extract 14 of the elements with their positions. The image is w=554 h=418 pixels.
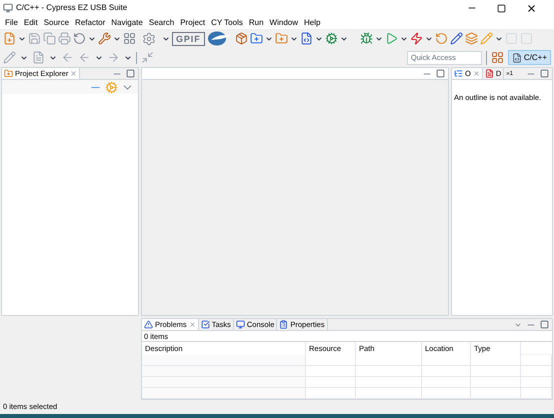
menu-item[interactable]: Help bbox=[301, 18, 324, 26]
menu-item[interactable]: File bbox=[2, 18, 21, 26]
menu-item[interactable]: Search bbox=[146, 18, 178, 26]
window-title: C/C++ - Cypress EZ USB Suite bbox=[16, 2, 128, 14]
menu-item[interactable]: Edit bbox=[20, 18, 41, 26]
perspective-button[interactable]: C/C++ bbox=[508, 50, 551, 65]
menu-item[interactable]: Source bbox=[40, 18, 72, 26]
menu-item[interactable]: Navigate bbox=[108, 18, 146, 26]
menu-item[interactable]: Window bbox=[266, 18, 301, 26]
gpif-button[interactable]: GPIF bbox=[172, 32, 205, 46]
menu-item[interactable]: CY Tools bbox=[208, 18, 246, 26]
menu-item[interactable]: Run bbox=[246, 18, 267, 26]
menu-item[interactable]: Project bbox=[177, 18, 208, 26]
menu-item[interactable]: Refactor bbox=[72, 18, 108, 26]
